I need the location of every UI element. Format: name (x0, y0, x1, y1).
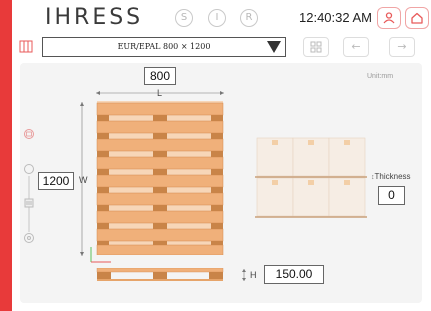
pallet-top-view (96, 101, 224, 255)
thickness-value-input[interactable]: 0 (378, 186, 405, 205)
home-button[interactable] (405, 7, 429, 29)
width-dimension-line (80, 102, 84, 256)
box-layer-preview (255, 137, 367, 218)
length-dimension-line (96, 91, 224, 95)
layer-stack-icon[interactable] (24, 198, 34, 208)
mode-i-button[interactable]: I (208, 9, 226, 27)
width-value-input[interactable]: 1200 (38, 172, 74, 190)
user-icon (383, 12, 395, 24)
app-logo: IHRESS (45, 5, 144, 30)
arrow-left-icon: ← (351, 40, 361, 53)
mode-r-button[interactable]: R (240, 9, 258, 27)
settings-circle-icon[interactable] (24, 233, 34, 243)
chevron-down-icon (267, 41, 281, 53)
mode-s-button[interactable]: S (175, 9, 193, 27)
home-icon (411, 12, 423, 24)
pallet-type-icon[interactable] (19, 40, 33, 54)
clock: 12:40:32 AM (299, 10, 372, 25)
grid-view-button[interactable] (303, 37, 329, 57)
grid-icon (310, 41, 322, 53)
unit-label: Unit:mm (367, 73, 394, 80)
height-axis-label: H (250, 270, 257, 280)
toolbar: EUR/EPAL 800 × 1200 ← → (12, 36, 431, 60)
pallet-side-view (96, 268, 224, 281)
header: IHRESS S I R 12:40:32 AM (12, 0, 431, 36)
height-value-input[interactable]: 150.00 (264, 265, 324, 284)
left-accent-bar (0, 0, 12, 311)
box-layer-icon[interactable] (24, 164, 34, 174)
origin-axis-marker (90, 247, 111, 263)
user-button[interactable] (377, 7, 401, 29)
length-value-input[interactable]: 800 (144, 67, 176, 85)
back-button[interactable]: ← (343, 37, 369, 57)
pallet-type-select[interactable]: EUR/EPAL 800 × 1200 (42, 37, 286, 57)
pallet-type-select-value: EUR/EPAL 800 × 1200 (117, 42, 211, 51)
height-dimension-icon (242, 269, 246, 281)
pallet-layer-icon[interactable] (24, 129, 34, 139)
thickness-label: ↕Thickness (371, 172, 411, 181)
arrow-right-icon: → (397, 40, 407, 53)
forward-button[interactable]: → (389, 37, 415, 57)
